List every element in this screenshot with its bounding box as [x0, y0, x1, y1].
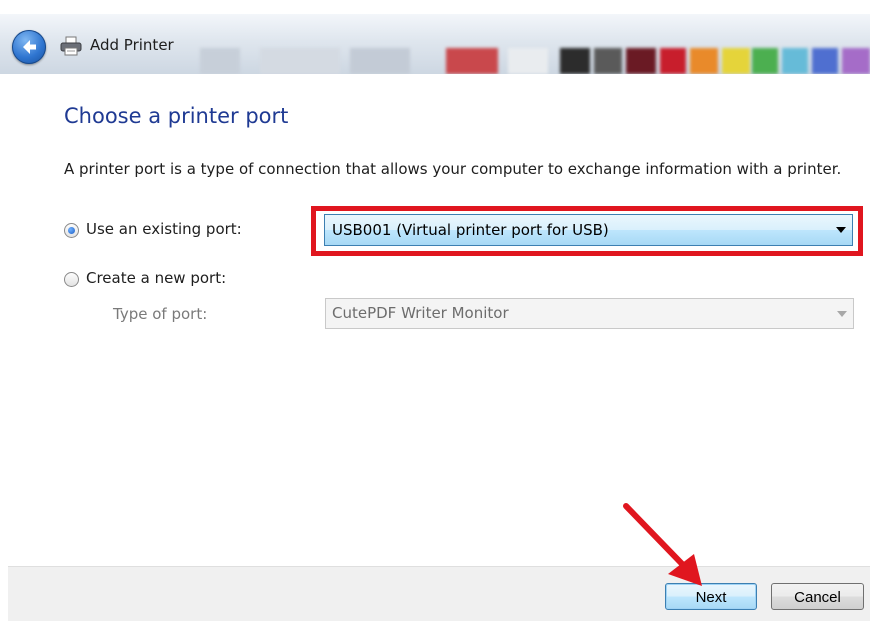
dropdown-caret-icon	[836, 227, 846, 233]
back-button[interactable]	[12, 30, 46, 64]
annotation-arrow-icon	[623, 503, 702, 586]
blurred-background-c	[350, 48, 410, 74]
new-port-label[interactable]: Create a new port:	[86, 269, 226, 287]
blurred-background-b	[260, 48, 340, 74]
blurred-background-a	[200, 48, 240, 74]
existing-port-value: USB001 (Virtual printer port for USB)	[332, 221, 609, 239]
window-title: Add Printer	[90, 36, 174, 54]
blurred-background-m	[782, 48, 808, 74]
page-description: A printer port is a type of connection t…	[64, 160, 842, 178]
blurred-background-i	[660, 48, 686, 74]
top-strip	[0, 0, 870, 14]
existing-port-radio[interactable]	[64, 223, 79, 238]
page-heading: Choose a printer port	[64, 104, 289, 128]
blurred-background-h	[626, 48, 656, 74]
port-type-label: Type of port:	[113, 305, 208, 323]
port-type-value: CutePDF Writer Monitor	[332, 304, 509, 322]
blurred-background-f	[560, 48, 590, 74]
blurred-background-e	[508, 48, 548, 74]
new-port-radio[interactable]	[64, 272, 79, 287]
blurred-background-o	[842, 48, 870, 74]
blurred-background-l	[752, 48, 778, 74]
back-arrow-icon	[23, 40, 36, 54]
blurred-background-g	[594, 48, 622, 74]
port-type-select: CutePDF Writer Monitor	[325, 298, 854, 329]
dropdown-caret-icon	[837, 311, 847, 317]
blurred-background-j	[690, 48, 718, 74]
blurred-background-n	[812, 48, 838, 74]
blurred-background-d	[446, 48, 498, 74]
cancel-button[interactable]: Cancel	[771, 583, 864, 610]
blurred-background-k	[722, 48, 750, 74]
existing-port-select[interactable]: USB001 (Virtual printer port for USB)	[324, 214, 853, 246]
printer-icon	[60, 36, 82, 56]
existing-port-label[interactable]: Use an existing port:	[86, 220, 242, 238]
